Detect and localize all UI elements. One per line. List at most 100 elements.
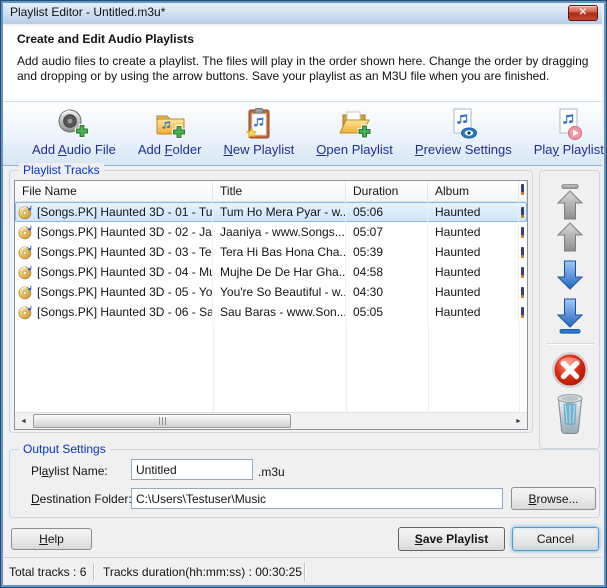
scroll-right-icon: ► xyxy=(515,418,522,425)
window-title: Playlist Editor - Untitled.m3u* xyxy=(10,1,165,24)
toolbar-button-add-audio-file[interactable]: Add Audio File xyxy=(29,106,119,158)
column-separator xyxy=(346,322,347,412)
status-total-tracks: Total tracks : 6 xyxy=(9,558,86,586)
cell-clipped xyxy=(519,302,527,322)
note-page-play-icon xyxy=(552,107,586,141)
table-row[interactable]: [Songs.PK] Haunted 3D - 06 - Sau... Sau … xyxy=(15,302,527,322)
cell-album: Haunted xyxy=(428,242,519,262)
output-settings-label: Output Settings xyxy=(19,442,110,456)
scrollbar-thumb[interactable] xyxy=(33,414,291,428)
clipped-glyph xyxy=(521,247,524,258)
cell-album: Haunted xyxy=(428,282,519,302)
cell-title: You're So Beautiful - w... xyxy=(213,282,346,302)
status-divider xyxy=(93,563,94,581)
cell-duration: 05:05 xyxy=(346,302,428,322)
cell-title: Jaaniya - www.Songs.... xyxy=(213,222,346,242)
page-description: Add audio files to create a playlist. Th… xyxy=(17,54,595,84)
scroll-right-button[interactable]: ► xyxy=(510,414,527,429)
cell-title: Tum Ho Mera Pyar - w... xyxy=(213,202,346,222)
column-header-duration[interactable]: Duration xyxy=(346,181,428,201)
toolbar-button-play-playlist[interactable]: Play Playlist xyxy=(531,106,607,158)
browse-button[interactable]: Browse... xyxy=(511,487,596,510)
move-bottom-icon xyxy=(557,298,583,334)
move-up-button[interactable] xyxy=(557,222,583,257)
horizontal-scrollbar[interactable]: ◄ ► xyxy=(15,412,527,429)
toolbar-button-new-playlist[interactable]: New Playlist xyxy=(220,106,297,158)
move-top-icon xyxy=(557,184,583,220)
clear-playlist-button[interactable] xyxy=(555,392,585,441)
toolbar-label: Add Folder xyxy=(138,142,202,157)
tracks-table: File Name Title Duration Album [Songs.PK… xyxy=(14,180,528,430)
trash-icon xyxy=(555,392,585,436)
remove-track-button[interactable] xyxy=(551,351,589,394)
toolbar-button-add-folder[interactable]: Add Folder xyxy=(135,106,205,158)
toolbar-button-open-playlist[interactable]: Open Playlist xyxy=(313,106,396,158)
clipped-glyph xyxy=(521,287,524,298)
table-row[interactable]: [Songs.PK] Haunted 3D - 04 - Muj... Mujh… xyxy=(15,262,527,282)
cell-album: Haunted xyxy=(428,202,519,222)
column-separator xyxy=(428,322,429,412)
toolbar-label: Preview Settings xyxy=(415,142,512,157)
titlebar[interactable]: Playlist Editor - Untitled.m3u* ✕ xyxy=(1,1,602,24)
cell-album: Haunted xyxy=(428,302,519,322)
move-to-top-button[interactable] xyxy=(557,184,583,225)
cell-duration: 04:30 xyxy=(346,282,428,302)
folder-open-add-icon xyxy=(338,107,372,141)
cell-duration: 05:39 xyxy=(346,242,428,262)
table-row[interactable]: [Songs.PK] Haunted 3D - 05 - You... You'… xyxy=(15,282,527,302)
scroll-left-icon: ◄ xyxy=(20,418,27,425)
cancel-button[interactable]: Cancel xyxy=(512,527,599,551)
toolbar-label: Play Playlist xyxy=(534,142,604,157)
cell-file-name: [Songs.PK] Haunted 3D - 03 - Ter... xyxy=(15,242,213,262)
move-to-bottom-button[interactable] xyxy=(557,298,583,339)
status-divider xyxy=(304,563,305,581)
table-row[interactable]: [Songs.PK] Haunted 3D - 02 - Jaa... Jaan… xyxy=(15,222,527,242)
toolbar-button-preview-settings[interactable]: Preview Settings xyxy=(412,106,515,158)
table-row[interactable]: [Songs.PK] Haunted 3D - 01 - Tu... Tum H… xyxy=(15,202,527,222)
playlist-name-label: Playlist Name: xyxy=(31,464,108,478)
clipped-glyph xyxy=(521,267,524,278)
cell-clipped xyxy=(519,262,527,282)
column-header-file-name[interactable]: File Name xyxy=(15,181,213,201)
move-up-icon xyxy=(557,222,583,252)
cell-duration: 05:07 xyxy=(346,222,428,242)
table-row[interactable]: [Songs.PK] Haunted 3D - 03 - Ter... Tera… xyxy=(15,242,527,262)
clipboard-note-icon xyxy=(242,107,276,141)
column-separator xyxy=(519,322,520,412)
clipped-glyph xyxy=(521,184,524,195)
extension-label: .m3u xyxy=(258,465,285,479)
cd-music-icon xyxy=(18,265,33,280)
reorder-panel xyxy=(539,170,600,449)
cell-clipped xyxy=(519,242,527,262)
cell-title: Mujhe De De Har Gha... xyxy=(213,262,346,282)
toolbar-label: New Playlist xyxy=(223,142,294,157)
column-header-album[interactable]: Album xyxy=(428,181,519,201)
toolbar: Add Audio File Add Folder New Playlist xyxy=(1,101,602,166)
cell-duration: 05:06 xyxy=(346,202,428,222)
status-tracks-duration: Tracks duration(hh:mm:ss) : 00:30:25 xyxy=(103,558,302,586)
scroll-left-button[interactable]: ◄ xyxy=(15,414,32,429)
playlist-name-input[interactable] xyxy=(131,459,253,480)
remove-icon xyxy=(551,351,589,389)
destination-folder-input[interactable] xyxy=(131,488,503,509)
save-playlist-button[interactable]: Save Playlist xyxy=(398,527,505,551)
close-button[interactable]: ✕ xyxy=(568,5,598,21)
toolbar-label: Open Playlist xyxy=(316,142,393,157)
column-header-title[interactable]: Title xyxy=(213,181,346,201)
help-button[interactable]: Help xyxy=(11,528,92,550)
cd-music-icon xyxy=(18,245,33,260)
cd-music-icon xyxy=(18,205,33,220)
cell-file-name: [Songs.PK] Haunted 3D - 04 - Muj... xyxy=(15,262,213,282)
cd-music-icon xyxy=(18,285,33,300)
cell-title: Sau Baras - www.Son... xyxy=(213,302,346,322)
table-body: [Songs.PK] Haunted 3D - 01 - Tu... Tum H… xyxy=(15,202,527,322)
note-page-eye-icon xyxy=(446,107,480,141)
move-down-button[interactable] xyxy=(557,260,583,295)
close-icon: ✕ xyxy=(579,7,587,18)
cd-music-icon xyxy=(18,305,33,320)
move-down-icon xyxy=(557,260,583,290)
cell-album: Haunted xyxy=(428,222,519,242)
speaker-add-icon xyxy=(57,107,91,141)
panel-divider xyxy=(546,343,594,344)
column-header-clipped[interactable] xyxy=(519,181,527,201)
